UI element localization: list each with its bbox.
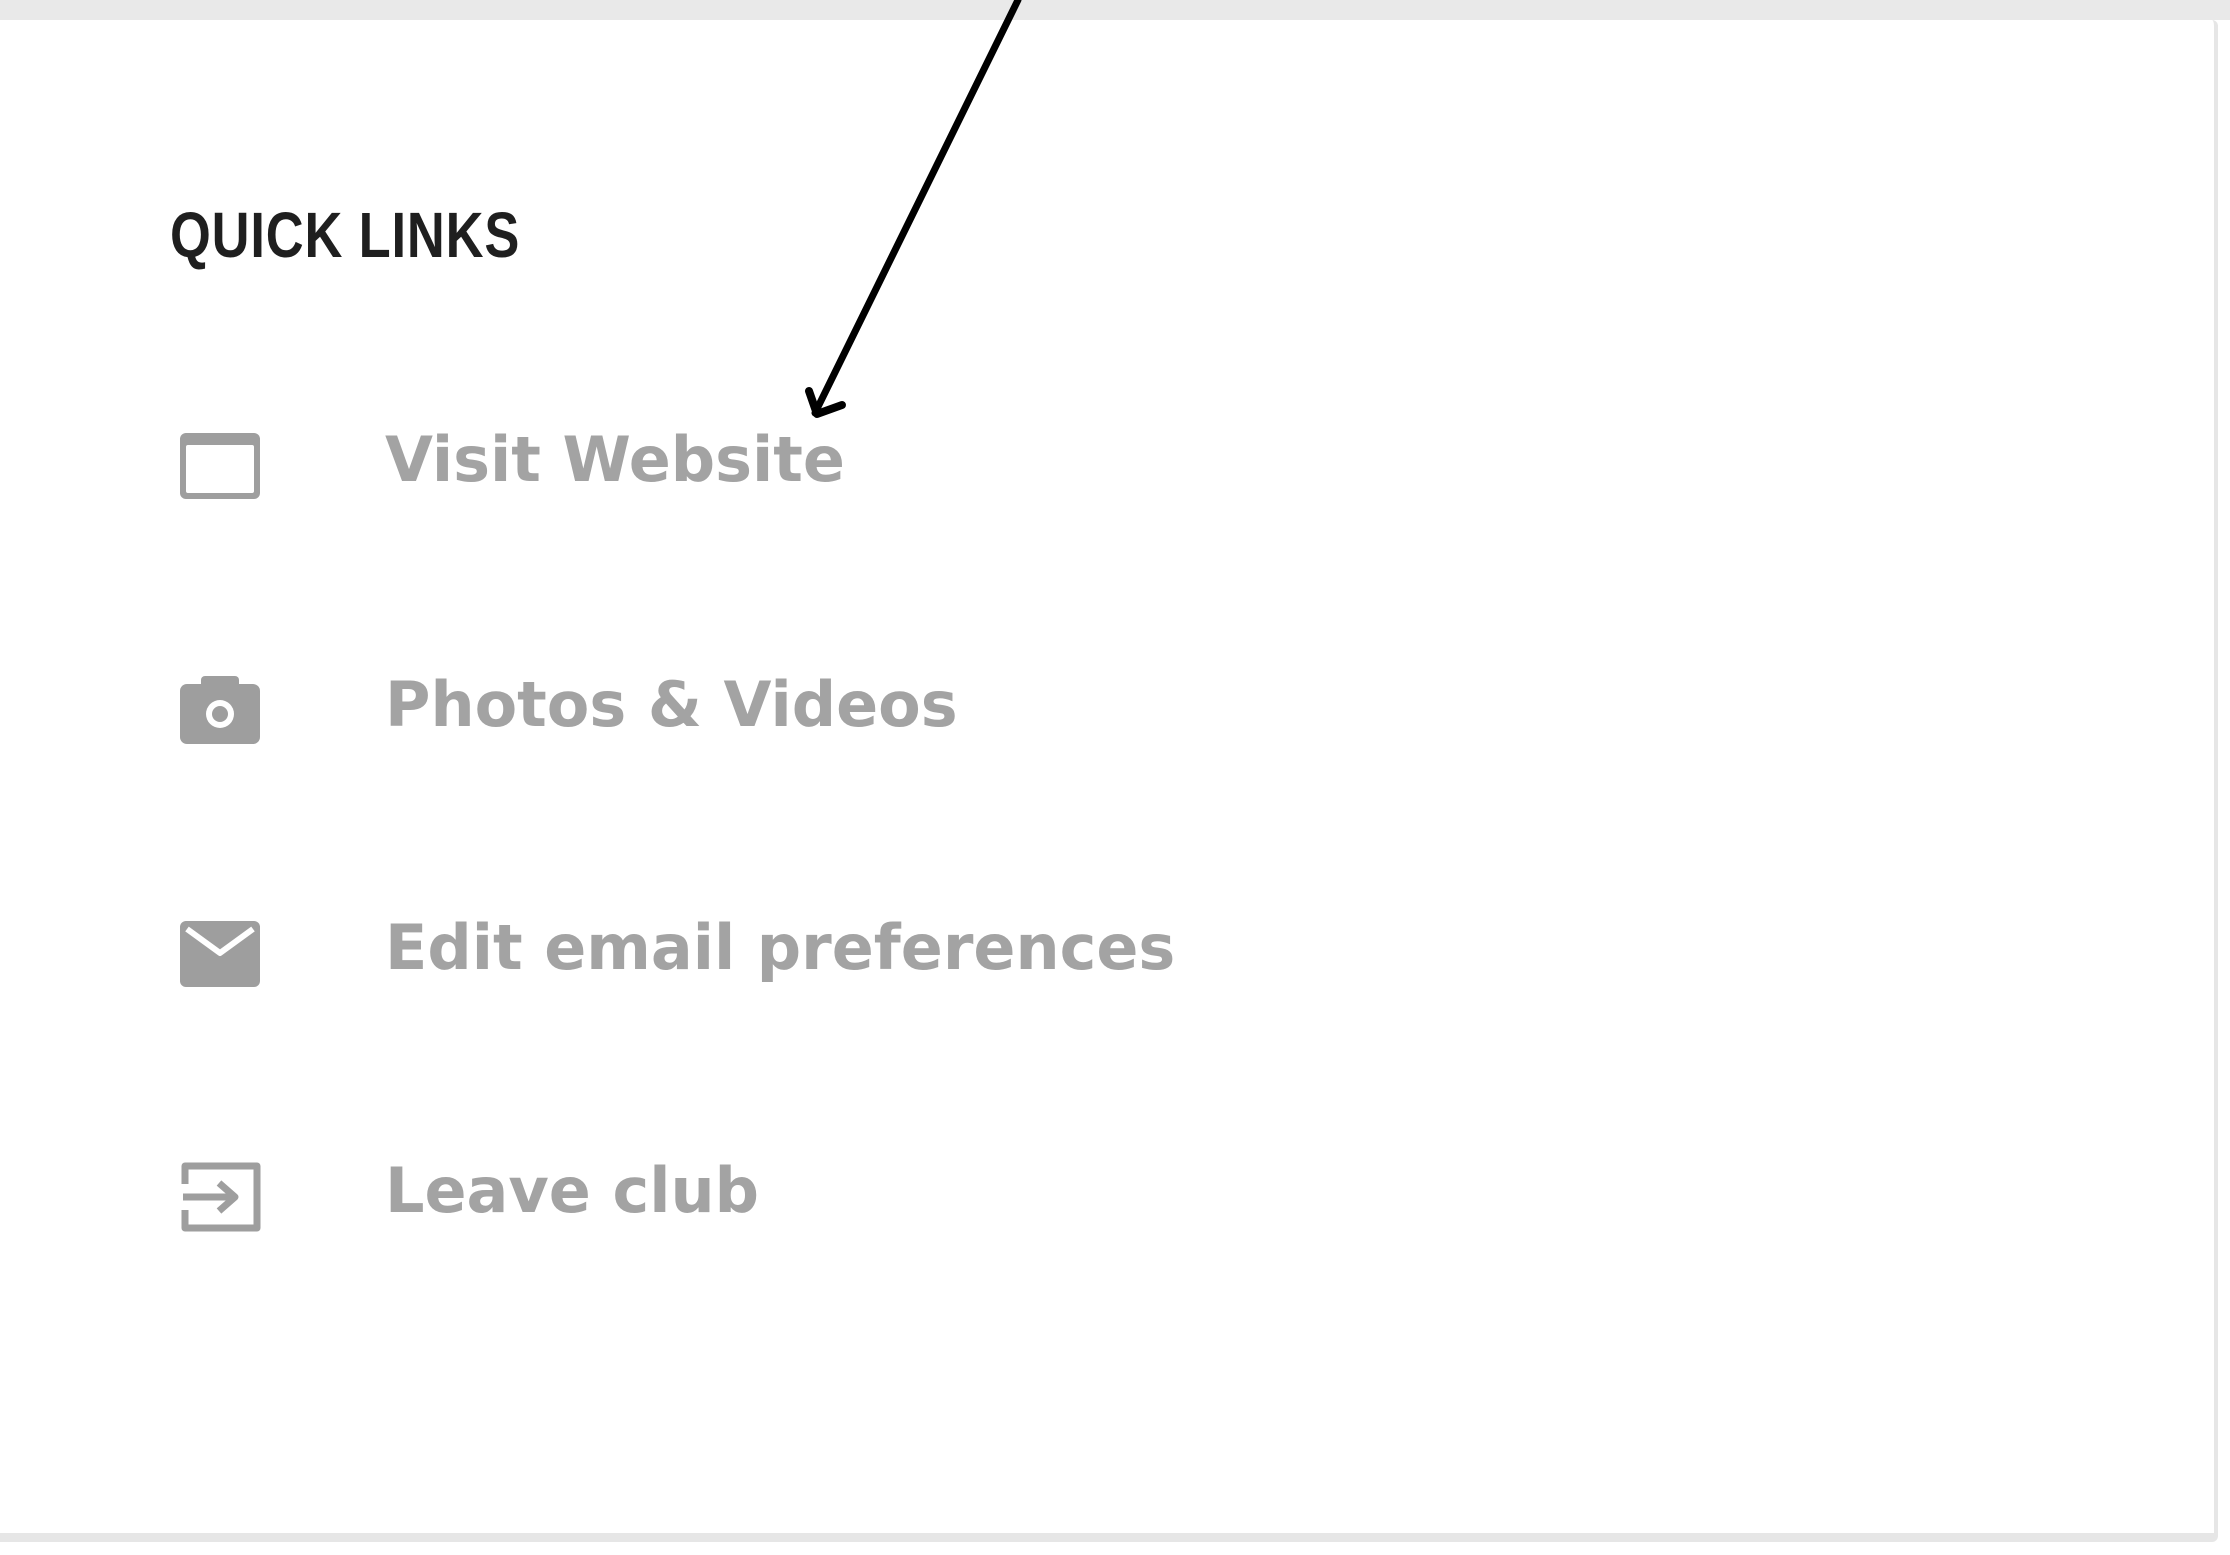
browser-window-icon	[175, 415, 265, 501]
quick-links-card: QUICK LINKS Visit Website Photos & Video…	[0, 20, 2218, 1542]
leave-club-label: Leave club	[385, 1154, 759, 1227]
exit-door-icon	[175, 1146, 265, 1232]
visit-website-label: Visit Website	[385, 423, 845, 496]
visit-website-link[interactable]: Visit Website	[175, 415, 1575, 525]
photos-videos-label: Photos & Videos	[385, 668, 958, 741]
leave-club-link[interactable]: Leave club	[175, 1146, 1575, 1256]
camera-icon	[175, 660, 265, 746]
top-divider	[0, 0, 2230, 20]
page: QUICK LINKS Visit Website Photos & Video…	[0, 0, 2230, 1555]
card-title: QUICK LINKS	[170, 199, 521, 271]
envelope-icon	[175, 903, 265, 989]
edit-email-preferences-link[interactable]: Edit email preferences	[175, 903, 1575, 1013]
photos-videos-link[interactable]: Photos & Videos	[175, 660, 1575, 770]
edit-email-preferences-label: Edit email preferences	[385, 911, 1176, 984]
